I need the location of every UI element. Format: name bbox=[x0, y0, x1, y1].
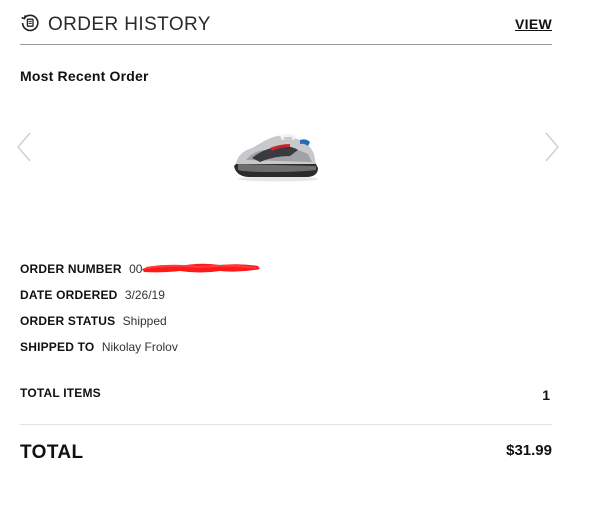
total-items-label: TOTAL ITEMS bbox=[20, 386, 101, 400]
order-details: ORDER NUMBER 00 DATE ORDERED 3/26/19 ORD… bbox=[20, 262, 552, 366]
sneaker-product-image[interactable] bbox=[230, 126, 320, 182]
view-orders-link[interactable]: VIEW bbox=[515, 16, 552, 32]
order-status-label: ORDER STATUS bbox=[20, 314, 116, 328]
order-number-label: ORDER NUMBER bbox=[20, 262, 122, 276]
total-items-row: TOTAL ITEMS 1 bbox=[20, 384, 552, 425]
most-recent-order-heading: Most Recent Order bbox=[20, 68, 149, 84]
chevron-right-icon[interactable] bbox=[544, 132, 560, 162]
order-status-row: ORDER STATUS Shipped bbox=[20, 314, 552, 340]
redaction-scribble bbox=[140, 260, 262, 276]
product-carousel bbox=[14, 118, 562, 198]
order-total-row: TOTAL $31.99 bbox=[20, 440, 552, 470]
shipped-to-value: Nikolay Frolov bbox=[101, 340, 178, 354]
chevron-left-icon[interactable] bbox=[16, 132, 32, 162]
order-number-row: ORDER NUMBER 00 bbox=[20, 262, 552, 288]
order-status-value: Shipped bbox=[122, 314, 167, 328]
total-items-value: 1 bbox=[542, 387, 550, 403]
date-ordered-value: 3/26/19 bbox=[124, 288, 165, 302]
order-history-header: ORDER HISTORY VIEW bbox=[20, 12, 552, 45]
order-total-label: TOTAL bbox=[20, 442, 84, 463]
order-history-icon bbox=[20, 13, 40, 33]
shipped-to-label: SHIPPED TO bbox=[20, 340, 95, 354]
date-ordered-label: DATE ORDERED bbox=[20, 288, 118, 302]
shipped-to-row: SHIPPED TO Nikolay Frolov bbox=[20, 340, 552, 366]
date-ordered-row: DATE ORDERED 3/26/19 bbox=[20, 288, 552, 314]
page-title: ORDER HISTORY bbox=[48, 14, 211, 35]
order-history-panel: ORDER HISTORY VIEW Most Recent Order ORD… bbox=[0, 0, 611, 508]
order-total-value: $31.99 bbox=[506, 442, 552, 459]
